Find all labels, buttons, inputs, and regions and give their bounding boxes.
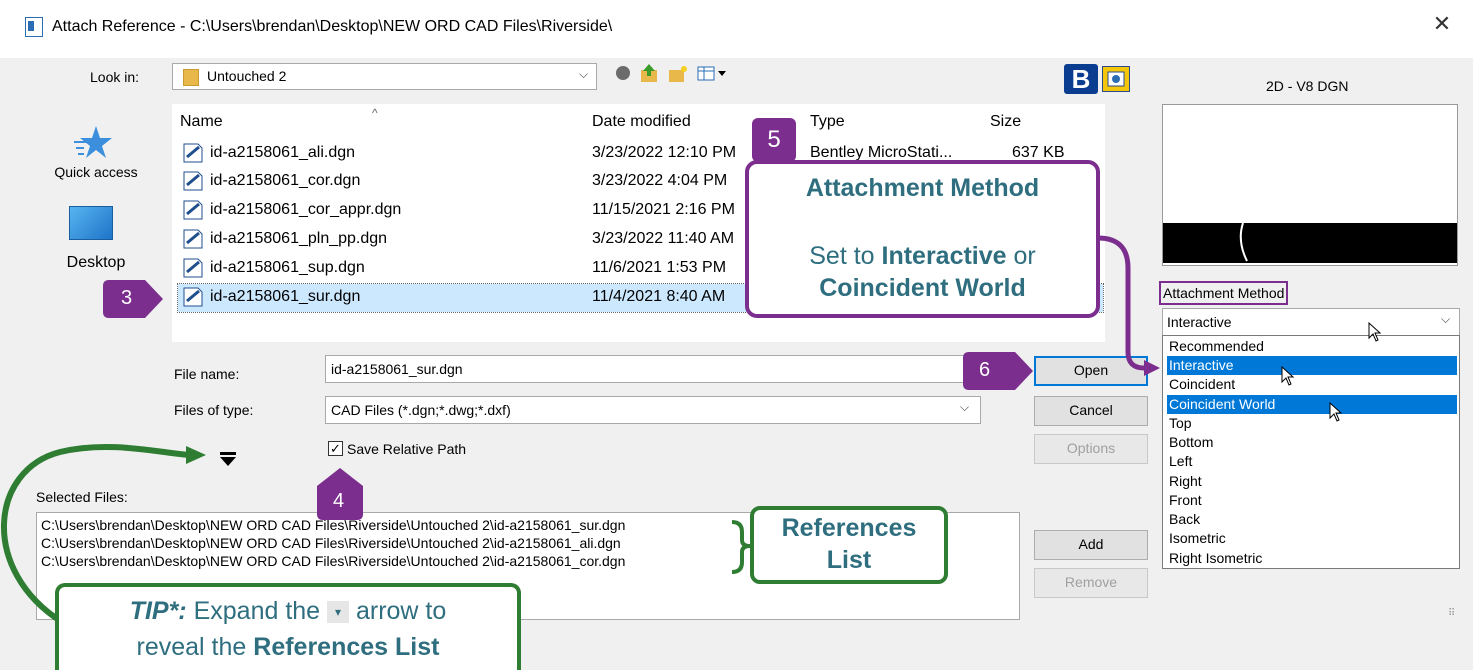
callout-line1-pre: Set to xyxy=(809,242,882,270)
callout-line1-post: or xyxy=(1006,242,1036,270)
tip-callout: TIP*: Expand the ▾ arrow to reveal the R… xyxy=(55,583,521,670)
step-6-text: 6 xyxy=(979,359,991,381)
tip-text1: Expand the xyxy=(186,597,328,625)
step-5-badge: 5 xyxy=(752,118,796,162)
step-6-badge: 6 xyxy=(963,352,1035,390)
callout-title: Attachment Method xyxy=(805,174,1040,202)
tip-bold: TIP*: xyxy=(129,597,187,625)
callout-line2: Coincident World xyxy=(819,274,1026,302)
callout-line1-bold: Interactive xyxy=(881,242,1007,270)
references-list-callout: References List xyxy=(750,506,948,584)
annotation-arrows xyxy=(1,235,1160,625)
tip-line2: reveal the References List xyxy=(59,633,517,662)
tip-text2: arrow to xyxy=(349,597,447,625)
references-line2: List xyxy=(826,546,872,574)
step-4-text: 4 xyxy=(333,490,345,512)
tip-line1: TIP*: Expand the ▾ arrow to xyxy=(59,597,517,626)
callout-line1: Set to Interactive or xyxy=(749,242,1096,271)
attachment-method-callout: Attachment Method Set to Interactive or … xyxy=(745,160,1100,318)
tip-line2-bold: References List xyxy=(253,633,440,661)
expand-arrow-icon: ▾ xyxy=(327,601,350,624)
step-3-text: 3 xyxy=(121,287,133,309)
references-line1: References xyxy=(781,514,917,542)
tip-line2-pre: reveal the xyxy=(136,633,254,661)
step-3-badge: 3 xyxy=(103,280,165,318)
step-4-badge: 4 xyxy=(317,468,363,520)
